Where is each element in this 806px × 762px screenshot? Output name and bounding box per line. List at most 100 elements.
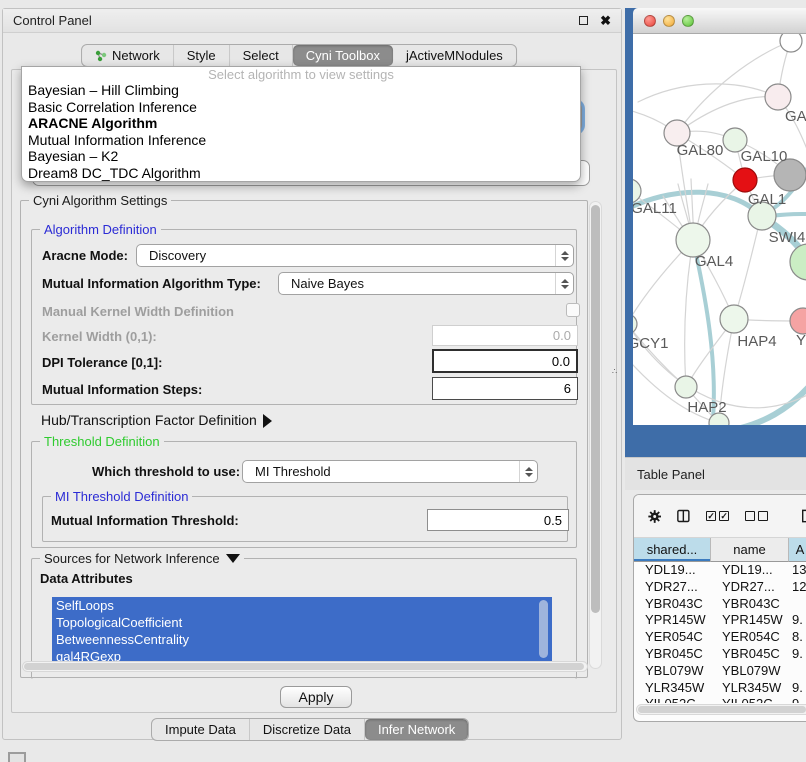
kernel-width-label: Kernel Width (0,1):: [42, 329, 157, 344]
table-settings-gear-icon[interactable]: [648, 507, 661, 526]
apply-button[interactable]: Apply: [280, 686, 352, 708]
tab-select[interactable]: Select: [230, 45, 293, 66]
mi-type-combo[interactable]: Naive Bayes: [278, 272, 574, 295]
select-all-checkboxes-icon[interactable]: ✓✓: [706, 511, 729, 521]
dropdown-item[interactable]: Basic Correlation Inference: [22, 99, 580, 116]
network-node[interactable]: [676, 223, 710, 257]
tab-cyni-toolbox[interactable]: Cyni Toolbox: [293, 45, 393, 66]
network-node[interactable]: [790, 244, 806, 280]
scrollbar-thumb[interactable]: [24, 663, 584, 670]
float-panel-icon[interactable]: [579, 16, 588, 25]
table-cell: YLR345W: [634, 680, 711, 697]
table-row[interactable]: YPR145WYPR145W9.: [634, 612, 806, 629]
table-cell: YDL19...: [711, 562, 789, 579]
network-node[interactable]: [720, 305, 748, 333]
which-threshold-label: Which threshold to use:: [92, 464, 240, 479]
tab-style[interactable]: Style: [174, 45, 230, 66]
column-header[interactable]: shared...: [634, 538, 711, 562]
data-attribute-item-selected[interactable]: TopologicalCoefficient: [52, 614, 552, 631]
scrollbar-thumb[interactable]: [638, 706, 806, 713]
table-panel-titlebar: Table Panel: [625, 457, 806, 490]
bottom-tab-discretize-data[interactable]: Discretize Data: [250, 719, 365, 740]
table-cell: 8.: [789, 629, 806, 646]
dropdown-item[interactable]: ARACNE Algorithm: [22, 115, 580, 132]
table-row[interactable]: YDL19...YDL19...13: [634, 562, 806, 579]
table-panel-title: Table Panel: [637, 467, 705, 482]
table-row[interactable]: YIL052CYIL052C9: [634, 696, 806, 703]
table-cell: YBR045C: [711, 646, 789, 663]
new-table-icon-partial[interactable]: [802, 507, 806, 525]
network-node[interactable]: [780, 34, 802, 52]
settings-vertical-scrollbar[interactable]: [589, 201, 602, 669]
network-edge[interactable]: [677, 97, 778, 133]
network-edge[interactable]: [633, 324, 686, 387]
hub-definition-toggle[interactable]: Hub/Transcription Factor Definition: [41, 412, 272, 428]
network-node[interactable]: [733, 168, 757, 192]
network-node-label: SWI4: [769, 229, 806, 246]
minimize-window-icon[interactable]: [663, 15, 675, 27]
table-cell: [789, 663, 806, 680]
network-node[interactable]: [765, 84, 791, 110]
table-cell: 9.: [789, 680, 806, 697]
column-header[interactable]: name: [711, 538, 789, 562]
list-scrollbar[interactable]: [539, 600, 548, 658]
network-edge[interactable]: [734, 216, 761, 319]
table-toolbar: ✓✓: [634, 495, 806, 538]
dropdown-item[interactable]: Bayesian – K2: [22, 148, 580, 165]
data-attributes-list[interactable]: SelfLoopsTopologicalCoefficientBetweenne…: [52, 597, 552, 664]
algorithm-definition-group: Algorithm Definition Aracne Mode: Discov…: [31, 229, 577, 405]
network-node[interactable]: [790, 308, 806, 334]
kernel-width-field[interactable]: 0.0: [432, 325, 578, 346]
dpi-tolerance-field[interactable]: 0.0: [432, 349, 578, 373]
table-cell: YIL052C: [711, 696, 789, 703]
table-cell: 9.: [789, 612, 806, 629]
network-canvas[interactable]: GALGAL80GAL10GAL1GAL11SWI4GAL4GCY1HAP4YH…: [633, 34, 806, 425]
dropdown-item[interactable]: Mutual Information Inference: [22, 132, 580, 149]
mi-steps-field[interactable]: 6: [432, 377, 578, 400]
dropdown-item[interactable]: Bayesian – Hill Climbing: [22, 82, 580, 99]
dropdown-item[interactable]: Dream8 DC_TDC Algorithm: [22, 165, 580, 182]
table-horizontal-scrollbar[interactable]: [636, 704, 806, 715]
manual-kernel-checkbox[interactable]: [566, 303, 580, 317]
table-row[interactable]: YBR045CYBR045C9.: [634, 646, 806, 663]
network-node[interactable]: [675, 376, 697, 398]
network-node-label: Y: [796, 332, 806, 349]
zoom-window-icon[interactable]: [682, 15, 694, 27]
tab-jactivemnodules[interactable]: jActiveMNodules: [393, 45, 516, 66]
which-threshold-combo[interactable]: MI Threshold: [242, 460, 538, 483]
data-attribute-item-selected[interactable]: BetweennessCentrality: [52, 631, 552, 648]
table-cell: [789, 596, 806, 613]
column-header[interactable]: A: [789, 538, 806, 562]
table-cell: 9: [789, 696, 806, 703]
bottom-tab-infer-network[interactable]: Infer Network: [365, 719, 468, 740]
table-row[interactable]: YER054CYER054C8.: [634, 629, 806, 646]
splitter-grip-icon[interactable]: ∴: [612, 370, 616, 379]
table-row[interactable]: YDR27...YDR27...12: [634, 579, 806, 596]
network-edge[interactable]: [685, 240, 693, 387]
algorithm-dropdown-popup: Select algorithm to view settings Bayesi…: [21, 66, 581, 182]
network-node-label: GAL: [785, 108, 806, 125]
network-window-titlebar[interactable]: [633, 8, 806, 34]
network-node[interactable]: [633, 314, 637, 334]
settings-horizontal-scrollbar[interactable]: [22, 661, 588, 672]
docked-panel-icon[interactable]: [8, 752, 26, 762]
dpi-tolerance-label: DPI Tolerance [0,1]:: [42, 355, 162, 370]
aracne-mode-combo[interactable]: Discovery: [136, 244, 574, 267]
table-row[interactable]: YBR043CYBR043C: [634, 596, 806, 613]
data-attribute-item-selected[interactable]: SelfLoops: [52, 597, 552, 614]
scrollbar-thumb[interactable]: [591, 205, 600, 613]
tab-network[interactable]: Network: [82, 45, 174, 66]
close-window-icon[interactable]: [644, 15, 656, 27]
mi-threshold-field[interactable]: 0.5: [427, 509, 569, 531]
network-edge[interactable]: [638, 84, 778, 102]
sources-legend[interactable]: Sources for Network Inference: [40, 551, 244, 566]
bottom-tab-impute-data[interactable]: Impute Data: [152, 719, 250, 740]
deselect-all-checkboxes-icon[interactable]: [745, 511, 768, 521]
close-panel-icon[interactable]: ✖: [600, 14, 611, 27]
table-row[interactable]: YLR345WYLR345W9.: [634, 680, 806, 697]
network-edge[interactable]: [721, 382, 806, 425]
show-columns-icon[interactable]: [677, 507, 690, 525]
dropdown-prompt: Select algorithm to view settings: [22, 67, 580, 82]
table-cell: YER054C: [634, 629, 711, 646]
table-row[interactable]: YBL079WYBL079W: [634, 663, 806, 680]
